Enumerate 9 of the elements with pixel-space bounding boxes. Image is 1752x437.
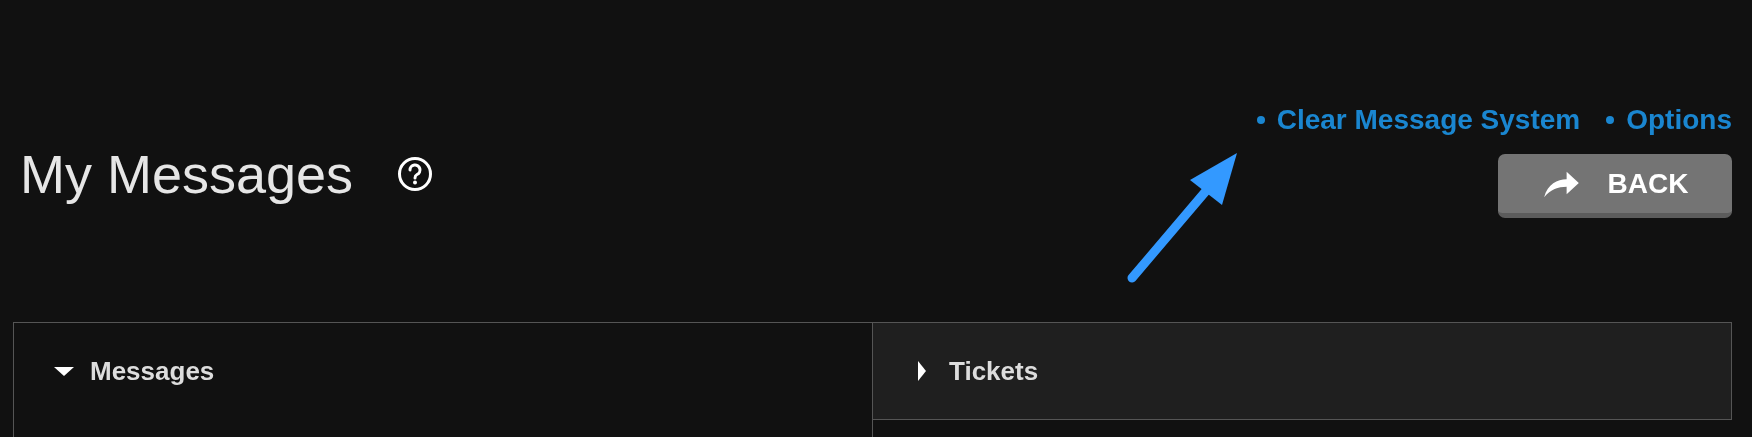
help-icon[interactable] [397, 156, 434, 192]
accordion-tab[interactable]: Tickets [873, 322, 1732, 420]
page-title: My Messages [20, 143, 354, 205]
bullet-icon [1606, 116, 1615, 124]
accordion-tab[interactable]: Messages [13, 322, 873, 437]
menu-link[interactable]: Clear Message System [1276, 104, 1581, 136]
back-button[interactable]: BACK [1498, 154, 1732, 218]
menu-link[interactable]: Options [1626, 104, 1732, 136]
bullet-icon [1256, 116, 1265, 124]
